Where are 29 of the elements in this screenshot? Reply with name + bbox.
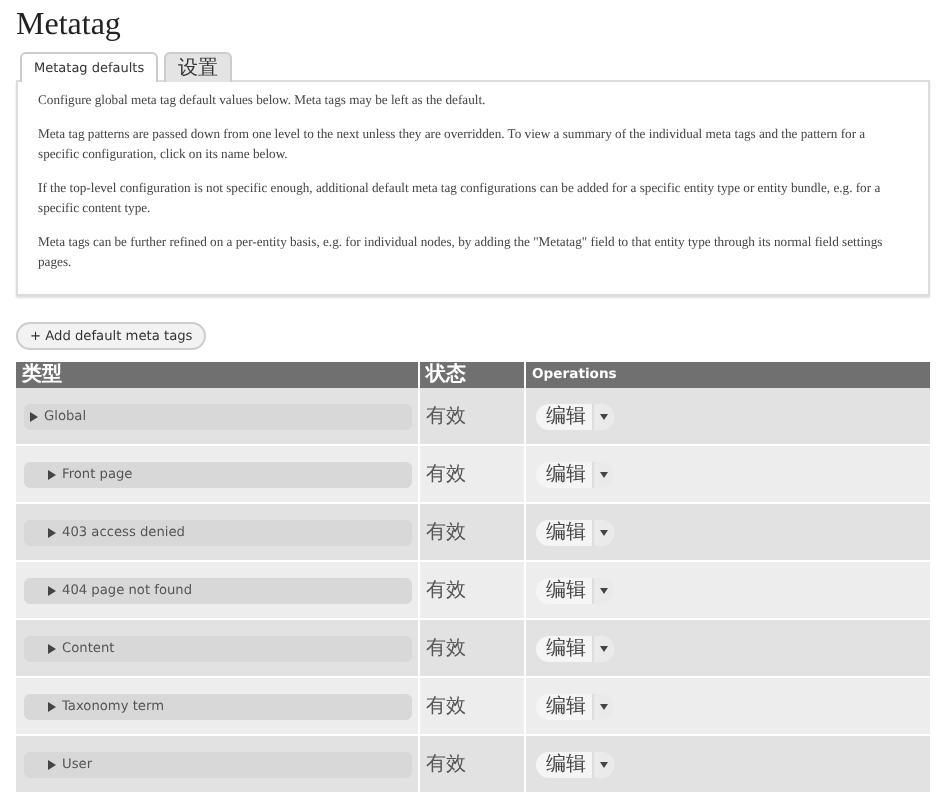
caret-icon bbox=[600, 761, 608, 767]
dropdown-button[interactable] bbox=[592, 751, 614, 777]
tab[interactable]: 设置 bbox=[164, 52, 233, 82]
status-text: 有效 bbox=[426, 578, 466, 604]
caret-icon bbox=[600, 645, 608, 651]
status-text: 有效 bbox=[426, 694, 466, 720]
expand-icon bbox=[48, 701, 56, 711]
expand-icon bbox=[48, 643, 56, 653]
caret-icon bbox=[600, 529, 608, 535]
status-text: 有效 bbox=[426, 752, 466, 778]
expand-icon bbox=[30, 411, 38, 421]
status-text: 有效 bbox=[426, 636, 466, 662]
expand-icon bbox=[48, 527, 56, 537]
expand-icon bbox=[48, 759, 56, 769]
status-text: 有效 bbox=[426, 462, 466, 488]
column-header: 状态 bbox=[420, 362, 526, 388]
caret-icon bbox=[600, 703, 608, 709]
dropdown-button[interactable] bbox=[592, 403, 614, 429]
dropdown-button[interactable] bbox=[592, 519, 614, 545]
column-header: 类型 bbox=[16, 362, 420, 388]
caret-icon bbox=[600, 471, 608, 477]
expand-icon bbox=[48, 469, 56, 479]
dropdown-button[interactable] bbox=[592, 635, 614, 661]
caret-icon bbox=[600, 587, 608, 593]
status-text: 有效 bbox=[426, 520, 466, 546]
page-title: Metatag bbox=[16, 8, 123, 44]
status-text: 有效 bbox=[426, 404, 466, 430]
expand-icon bbox=[48, 585, 56, 595]
caret-icon bbox=[600, 413, 608, 419]
